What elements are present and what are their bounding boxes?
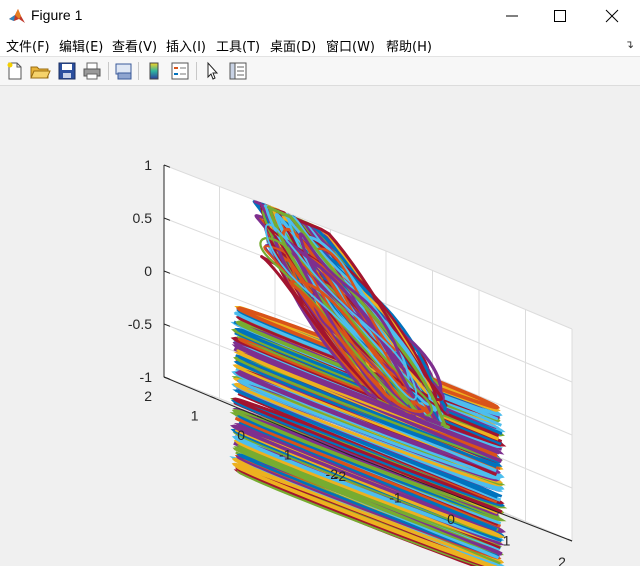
new-figure-icon bbox=[7, 62, 22, 80]
legend-button[interactable] bbox=[169, 60, 191, 82]
toolbar-separator bbox=[108, 62, 109, 80]
matlab-logo-icon bbox=[8, 7, 26, 25]
menu-edit[interactable]: 编辑(E) bbox=[59, 36, 103, 55]
colorbar-button[interactable] bbox=[143, 60, 165, 82]
minimize-icon bbox=[506, 15, 518, 17]
window-title: Figure 1 bbox=[31, 7, 83, 23]
maximize-button[interactable] bbox=[536, 0, 584, 32]
y-tick-label: 2 bbox=[144, 388, 152, 404]
legend-icon bbox=[171, 62, 189, 80]
y-tick-label: -1 bbox=[279, 447, 292, 463]
print-icon bbox=[83, 62, 101, 80]
z-tick-label: 0 bbox=[144, 263, 152, 279]
x-tick-label: 0 bbox=[447, 511, 455, 527]
select-pointer-button[interactable] bbox=[201, 60, 223, 82]
y-tick-label: 1 bbox=[191, 408, 199, 424]
menu-desktop[interactable]: 桌面(D) bbox=[270, 36, 316, 55]
title-bar: Figure 1 bbox=[0, 0, 640, 32]
toolbar-separator bbox=[138, 62, 139, 80]
menu-bar: 文件(F) 编辑(E) 查看(V) 插入(I) 工具(T) 桌面(D) 窗口(W… bbox=[0, 32, 640, 57]
toolbar-separator bbox=[196, 62, 197, 80]
menu-window[interactable]: 窗口(W) bbox=[326, 36, 375, 55]
property-inspector-button[interactable] bbox=[227, 60, 249, 82]
x-tick-label: -1 bbox=[389, 490, 402, 506]
y-tick-label: 0 bbox=[237, 427, 245, 443]
select-pointer-icon bbox=[207, 61, 219, 80]
open-file-button[interactable] bbox=[29, 60, 51, 82]
y-tick-label: -2 bbox=[326, 466, 339, 482]
z-tick-label: -0.5 bbox=[128, 316, 152, 332]
z-tick-label: -1 bbox=[140, 369, 153, 385]
x-tick-label: 2 bbox=[558, 554, 566, 566]
menu-insert[interactable]: 插入(I) bbox=[166, 36, 206, 55]
maximize-icon bbox=[554, 10, 566, 22]
x-tick-label: 1 bbox=[503, 533, 511, 549]
print-button[interactable] bbox=[81, 60, 103, 82]
minimize-button[interactable] bbox=[488, 0, 536, 32]
save-icon bbox=[58, 62, 76, 80]
open-file-icon bbox=[30, 66, 51, 79]
menu-tools[interactable]: 工具(T) bbox=[216, 36, 260, 55]
colorbar-icon bbox=[149, 62, 159, 80]
plot-3d-axes[interactable]: -2-1012-2-1012-1-0.500.51 bbox=[0, 86, 640, 566]
save-button[interactable] bbox=[56, 60, 78, 82]
menu-view[interactable]: 查看(V) bbox=[112, 36, 157, 55]
link-plot-button[interactable] bbox=[113, 60, 135, 82]
z-tick-label: 0.5 bbox=[133, 210, 153, 226]
property-inspector-icon bbox=[229, 62, 247, 80]
figure-toolbar bbox=[0, 57, 640, 86]
new-figure-button[interactable] bbox=[4, 60, 26, 82]
z-tick-label: 1 bbox=[144, 157, 152, 173]
menu-file[interactable]: 文件(F) bbox=[6, 36, 50, 55]
close-button[interactable] bbox=[588, 0, 636, 32]
dock-arrow-icon[interactable]: ↴ bbox=[625, 38, 634, 51]
link-plot-icon bbox=[115, 63, 132, 80]
close-icon bbox=[605, 9, 619, 23]
menu-help[interactable]: 帮助(H) bbox=[386, 36, 432, 55]
